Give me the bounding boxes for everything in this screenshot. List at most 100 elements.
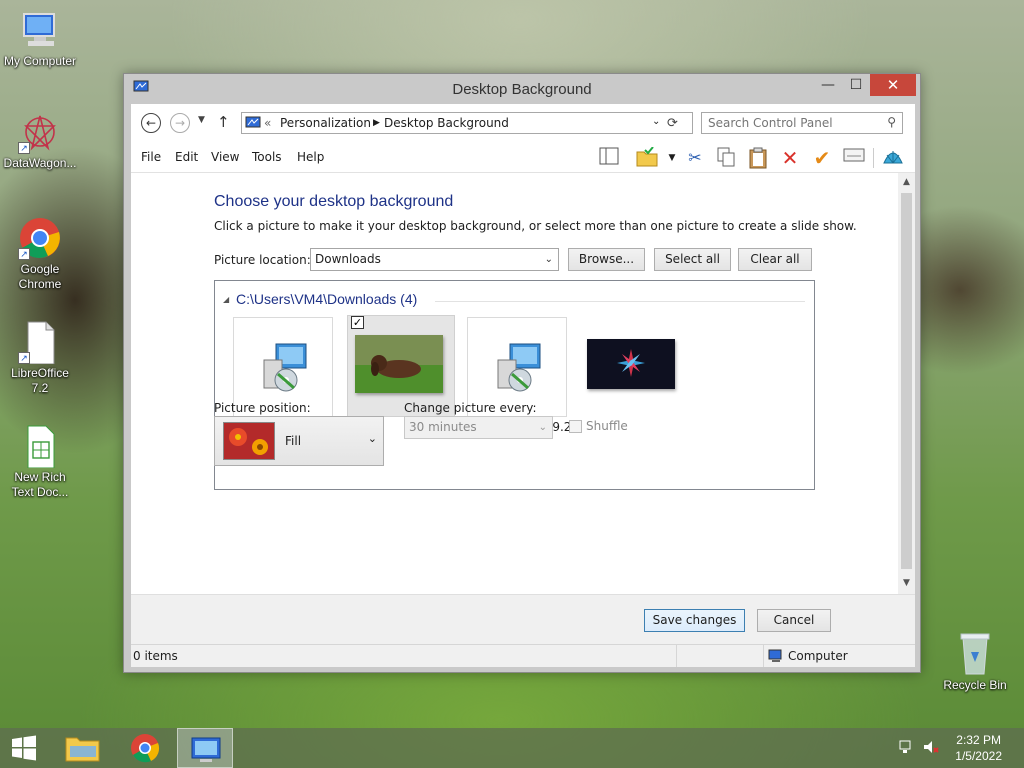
breadcrumb-overflow[interactable]: « [264, 116, 271, 130]
picture-position-value: Fill [285, 434, 302, 448]
window-body: ← → ▼ ↑ « Personalization ▶ Desktop Back… [131, 104, 915, 667]
desktop-icon-label: LibreOffice 7.2 [11, 366, 69, 395]
up-button[interactable]: ↑ [217, 113, 230, 131]
desktop-icon-datawagon[interactable]: ↗ DataWagon... [0, 110, 80, 171]
minimize-button[interactable]: — [814, 74, 842, 96]
delete-icon[interactable]: ✕ [779, 147, 801, 169]
picture-checkbox[interactable]: ✓ [351, 316, 364, 329]
pane-layout-icon[interactable] [598, 147, 620, 169]
vertical-scrollbar[interactable]: ▲ ▼ [898, 173, 915, 595]
menu-view[interactable]: View [211, 150, 239, 164]
status-divider [676, 645, 677, 667]
start-button[interactable] [0, 728, 48, 768]
breadcrumb-desktop-background[interactable]: Desktop Background [384, 116, 509, 130]
scrollbar-thumb[interactable] [901, 193, 912, 569]
maximize-button[interactable]: ☐ [842, 74, 870, 96]
desktop-icon-recycle-bin[interactable]: Recycle Bin [935, 632, 1015, 693]
menu-file[interactable]: File [141, 150, 161, 164]
shortcut-arrow-icon: ↗ [18, 142, 30, 154]
spreadsheet-icon [18, 424, 62, 469]
datawagon-icon: ↗ [18, 110, 62, 154]
scroll-up-icon[interactable]: ▲ [898, 177, 915, 187]
address-bar[interactable]: « Personalization ▶ Desktop Background ⌄ [241, 112, 693, 134]
shell-icon[interactable] [882, 147, 904, 169]
picture-location-label: Picture location: [214, 253, 311, 267]
paste-icon[interactable] [747, 147, 769, 169]
address-dropdown-icon[interactable]: ⌄ [652, 116, 660, 127]
desktop-icon-new-rich-text[interactable]: New Rich Text Doc... [0, 424, 80, 500]
search-box[interactable]: ⚲ [701, 112, 903, 134]
close-button[interactable]: ✕ [870, 74, 916, 96]
menu-edit[interactable]: Edit [175, 150, 198, 164]
change-picture-value: 30 minutes [409, 420, 477, 434]
shortcut-arrow-icon: ↗ [18, 352, 30, 364]
breadcrumb-personalization[interactable]: Personalization [280, 116, 371, 130]
clear-all-button[interactable]: Clear all [738, 248, 812, 271]
shuffle-checkbox[interactable] [569, 420, 582, 433]
desktop-icon-label: DataWagon... [3, 156, 77, 170]
change-picture-label: Change picture every: [404, 401, 537, 415]
dog-photo-thumbnail [355, 335, 443, 393]
system-clock[interactable]: 2:32 PM 1/5/2022 [955, 732, 1002, 764]
picture-location-value: Downloads [315, 252, 381, 266]
browse-button[interactable]: Browse... [568, 248, 645, 271]
status-bar: 0 items Computer [131, 644, 915, 667]
computer-icon [768, 649, 784, 666]
checkmark-icon[interactable]: ✔ [811, 147, 833, 169]
desktop-icon-label: Google Chrome [18, 262, 62, 291]
collapse-group-icon[interactable]: ◢ [223, 295, 229, 304]
back-button[interactable]: ← [141, 113, 161, 133]
taskbar: 2:32 PM 1/5/2022 [0, 728, 1024, 768]
copy-icon[interactable] [715, 147, 737, 169]
chrome-icon [131, 734, 160, 763]
address-row: ← → ▼ ↑ « Personalization ▶ Desktop Back… [131, 104, 915, 142]
folder-dropdown-icon[interactable]: ▼ [661, 147, 683, 169]
action-bar: Save changes Cancel [131, 594, 915, 644]
cancel-button[interactable]: Cancel [757, 609, 831, 632]
group-header[interactable]: C:\Users\VM4\Downloads (4) [236, 291, 417, 307]
picture-tile[interactable] [587, 317, 687, 417]
desktop-icon-label: My Computer [3, 54, 77, 68]
menu-tools[interactable]: Tools [252, 150, 282, 164]
desktop-icon-my-computer[interactable]: My Computer [0, 8, 80, 69]
clock-date: 1/5/2022 [955, 749, 1002, 763]
save-changes-button[interactable]: Save changes [644, 609, 745, 632]
toolbar-separator [873, 148, 874, 168]
taskbar-chrome[interactable] [117, 728, 173, 768]
properties-icon[interactable] [843, 147, 865, 169]
computer-icon [18, 8, 62, 52]
recent-pages-icon[interactable]: ▼ [198, 115, 205, 125]
forward-button[interactable]: → [170, 113, 190, 133]
change-picture-select[interactable]: 30 minutes ⌄ [404, 416, 553, 439]
recycle-bin-icon [953, 632, 997, 676]
picture-location-select[interactable]: Downloads ⌄ [310, 248, 559, 271]
search-icon[interactable]: ⚲ [887, 115, 896, 129]
desktop-icon-google-chrome[interactable]: ↗ Google Chrome [0, 216, 80, 292]
refresh-icon[interactable]: ⟳ [667, 116, 678, 131]
window-title: Desktop Background [452, 81, 592, 98]
select-all-button[interactable]: Select all [654, 248, 731, 271]
group-divider [435, 301, 805, 302]
cut-icon[interactable]: ✂ [684, 147, 706, 169]
chevron-down-icon: ⌄ [367, 432, 377, 445]
menu-help[interactable]: Help [297, 150, 324, 164]
picture-position-select[interactable]: Fill ⌄ [214, 416, 384, 466]
taskbar-control-panel[interactable] [177, 728, 233, 768]
windows-logo-icon [12, 735, 36, 761]
search-input[interactable] [708, 114, 878, 132]
shortcut-arrow-icon: ↗ [18, 248, 30, 260]
taskbar-file-explorer[interactable] [55, 728, 111, 768]
clock-time: 2:32 PM [956, 733, 1001, 747]
desktop-icon-libreoffice[interactable]: ↗ LibreOffice 7.2 [0, 320, 80, 396]
chrome-icon: ↗ [18, 216, 62, 260]
abstract-wallpaper-thumbnail [587, 339, 675, 389]
title-bar[interactable]: Desktop Background — ☐ ✕ [124, 74, 920, 104]
status-items: 0 items [133, 649, 178, 663]
folder-check-icon[interactable] [636, 146, 658, 169]
network-icon[interactable] [898, 739, 914, 758]
desktop-background-window: Desktop Background — ☐ ✕ ← → ▼ ↑ « Perso… [123, 73, 921, 673]
scroll-down-icon[interactable]: ▼ [898, 578, 915, 588]
volume-muted-icon[interactable] [922, 739, 940, 758]
page-title: Choose your desktop background [214, 193, 454, 210]
breadcrumb-separator-icon[interactable]: ▶ [373, 118, 380, 128]
